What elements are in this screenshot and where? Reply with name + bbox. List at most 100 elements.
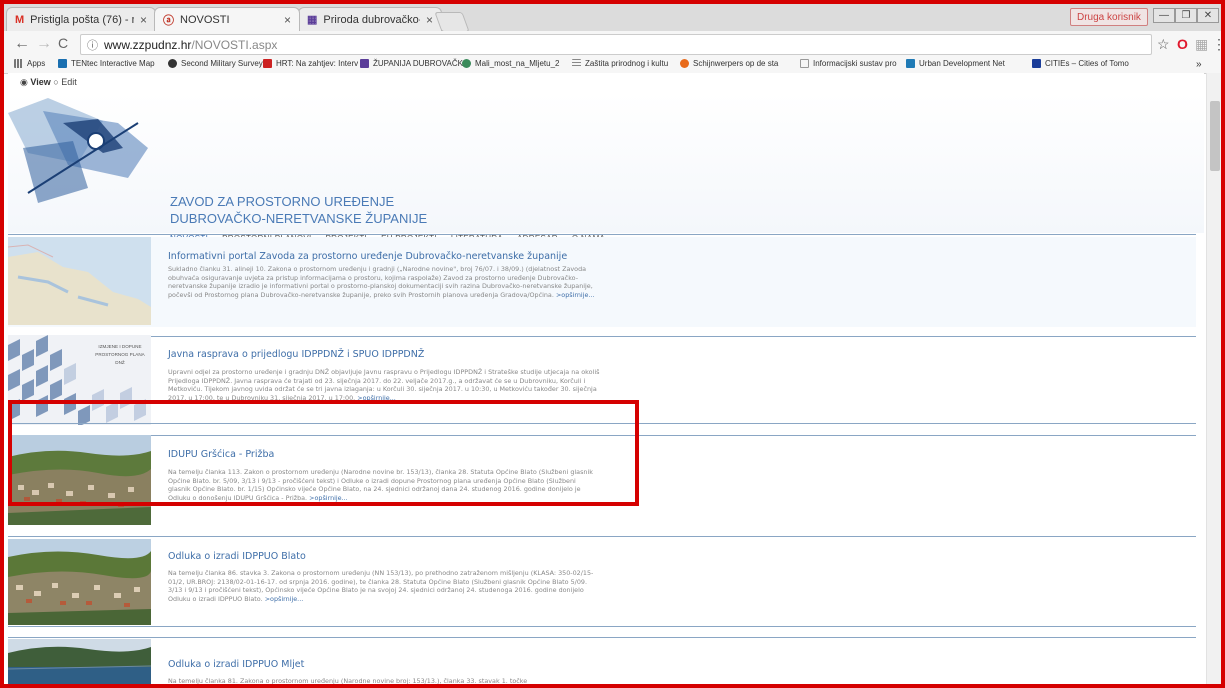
urban-icon [906, 59, 915, 68]
url-host: www.zzpudnz.hr [104, 37, 192, 52]
menu-icon[interactable]: ⋮ [1212, 36, 1225, 53]
read-more-link[interactable]: >opširnije... [556, 291, 595, 299]
site-title: ZAVOD ZA PROSTORNO UREĐENJE DUBROVAČKO-N… [170, 193, 427, 227]
scrollbar[interactable] [1206, 73, 1224, 685]
article-body: Sukladno članku 31. alineji 10. Zakona o… [168, 265, 600, 300]
site-favicon-icon: ⓐ [163, 14, 174, 27]
edit-radio[interactable]: ○ [53, 77, 58, 87]
view-label: View [30, 77, 51, 87]
edit-label: Edit [61, 77, 77, 87]
article-item: Odluka o izradi IDPPUO Blato Na temelju … [8, 539, 1196, 631]
article-text: Na temelju članka 86. stavka 3. Zakona o… [168, 569, 594, 604]
bookmark-label: Informacijski sustav pro [813, 59, 897, 68]
tentec-icon [58, 59, 67, 68]
new-tab-button[interactable] [434, 12, 470, 32]
bookmark-urban-development[interactable]: Urban Development Net [906, 59, 1005, 68]
eu-flag-icon [1032, 59, 1041, 68]
bookmark-label: Second Military Survey [181, 59, 263, 68]
close-tab-icon[interactable]: × [140, 13, 147, 27]
county-icon [360, 59, 369, 68]
view-radio[interactable]: ◉ [20, 77, 28, 87]
forward-arrow-icon[interactable]: → [36, 35, 52, 53]
article-item: Odluka o izradi IDPPUO Mljet Na temelju … [8, 639, 1196, 688]
article-text: Sukladno članku 31. alineji 10. Zakona o… [168, 265, 593, 300]
site-title-line2: DUBROVAČKO-NERETVANSKE ŽUPANIJE [170, 211, 428, 226]
close-tab-icon[interactable]: × [284, 13, 291, 27]
bookmark-label: Mali_most_na_Mljetu_2 [475, 59, 560, 68]
bookmark-tentec[interactable]: TENtec Interactive Map [58, 59, 155, 68]
bookmark-informacijski[interactable]: Informacijski sustav pro [800, 59, 897, 68]
list-icon [572, 59, 581, 68]
article-body: Na temelju članka 86. stavka 3. Zakona o… [168, 569, 600, 604]
bookmark-mali-most[interactable]: Mali_most_na_Mljetu_2 [462, 59, 560, 68]
bookmark-label: Apps [27, 59, 46, 68]
browser-toolbar: ← → C ⓘ www.zzpudnz.hr /NOVOSTI.aspx ☆ O… [0, 31, 1225, 56]
tab-label: NOVOSTI [180, 13, 230, 26]
maximize-button[interactable]: ❐ [1175, 8, 1197, 23]
star-icon[interactable]: ☆ [1157, 36, 1170, 53]
mljet-photo-thumbnail[interactable] [8, 639, 151, 688]
bookmark-zupanija[interactable]: ŽUPANIJA DUBROVAČK [360, 59, 463, 68]
thumb-caption: IZMJENE I DOPUNE PROSTORNOG PLANA DNŽ [95, 344, 145, 365]
article-item: Informativni portal Zavoda za prostorno … [8, 237, 1196, 327]
info-icon[interactable]: ⓘ [87, 37, 98, 53]
gmail-icon: M [15, 13, 25, 26]
hrt-icon [263, 59, 272, 68]
tab-label: Priroda dubrovačko-neretv [323, 13, 420, 26]
reload-icon[interactable]: C [58, 35, 68, 51]
blato-photo-thumbnail[interactable] [8, 539, 151, 625]
article-text: Na temelju članka 81. Zakona o prostorno… [168, 677, 528, 685]
page-content: ◉ View ○ Edit ZAVOD ZA PROSTORNO UREĐENJ… [8, 73, 1204, 688]
minimize-button[interactable]: — [1153, 8, 1175, 23]
extension-icon[interactable]: ▦ [1195, 36, 1208, 53]
site-logo [8, 98, 148, 203]
tab-priroda[interactable]: ▦ Priroda dubrovačko-neretv × [298, 7, 442, 31]
tab-strip: M Pristigla pošta (76) - marin × ⓐ NOVOS… [0, 0, 1225, 32]
bookmark-cities[interactable]: CITIEs – Cities of Tomo [1032, 59, 1129, 68]
article-body: Upravni odjel za prostorno uređenje i gr… [168, 368, 608, 403]
apps-grid-icon [14, 59, 23, 68]
bookmark-schijnwerpers[interactable]: Schijnwerpers op de sta [680, 59, 778, 68]
read-more-link[interactable]: >opširnije... [265, 595, 304, 603]
divider [8, 637, 1196, 638]
spotlight-icon [680, 59, 689, 68]
article-title[interactable]: Javna rasprava o prijedlogu IDPPDNŽ i SP… [168, 349, 424, 360]
bookmark-label: TENtec Interactive Map [71, 59, 155, 68]
scrollbar-thumb[interactable] [1210, 101, 1220, 171]
bookmarks-bar: Apps TENtec Interactive Map Second Milit… [0, 56, 1225, 74]
bookmark-label: HRT: Na zahtjev: Interv [276, 59, 359, 68]
view-edit-toggle: ◉ View ○ Edit [20, 77, 77, 88]
county-favicon-icon: ▦ [307, 14, 318, 26]
bookmark-label: Urban Development Net [919, 59, 1005, 68]
bookmark-hrt[interactable]: HRT: Na zahtjev: Interv [263, 59, 358, 68]
site-title-line1: ZAVOD ZA PROSTORNO UREĐENJE [170, 194, 395, 209]
article-body: Na temelju članka 81. Zakona o prostorno… [168, 677, 600, 686]
bookmark-label: ŽUPANIJA DUBROVAČK [373, 59, 463, 68]
article-title[interactable]: Odluka o izradi IDPPUO Blato [168, 551, 306, 562]
address-bar[interactable]: ⓘ www.zzpudnz.hr /NOVOSTI.aspx [80, 34, 1152, 55]
bookmark-zastita[interactable]: Zaštita prirodnog i kultu [572, 59, 668, 68]
opera-icon[interactable]: O [1177, 36, 1188, 52]
page-icon [800, 59, 809, 68]
bookmarks-overflow-icon[interactable]: » [1196, 59, 1202, 70]
tab-novosti[interactable]: ⓐ NOVOSTI × [154, 7, 300, 31]
tab-label: Pristigla pošta (76) - marin [30, 13, 134, 26]
article-title[interactable]: Odluka o izradi IDPPUO Mljet [168, 659, 304, 670]
url-path: /NOVOSTI.aspx [191, 37, 278, 52]
article-title[interactable]: Informativni portal Zavoda za prostorno … [168, 251, 567, 262]
back-arrow-icon[interactable]: ← [14, 35, 30, 53]
site-header: ZAVOD ZA PROSTORNO UREĐENJE DUBROVAČKO-N… [8, 93, 1204, 243]
bookmark-label: CITIEs – Cities of Tomo [1045, 59, 1129, 68]
photo-icon [462, 59, 471, 68]
bookmark-apps[interactable]: Apps [14, 59, 45, 68]
profile-label: Druga korisnik [1077, 11, 1141, 23]
bookmark-label: Zaštita prirodnog i kultu [585, 59, 669, 68]
close-tab-icon[interactable]: × [426, 13, 433, 27]
divider [8, 234, 1196, 235]
close-window-button[interactable]: ✕ [1197, 8, 1219, 23]
county-map-thumbnail[interactable] [8, 237, 151, 325]
profile-button[interactable]: Druga korisnik [1070, 8, 1148, 26]
bookmark-military-survey[interactable]: Second Military Survey [168, 59, 263, 68]
divider [8, 626, 1196, 627]
tab-gmail[interactable]: M Pristigla pošta (76) - marin × [6, 7, 156, 31]
